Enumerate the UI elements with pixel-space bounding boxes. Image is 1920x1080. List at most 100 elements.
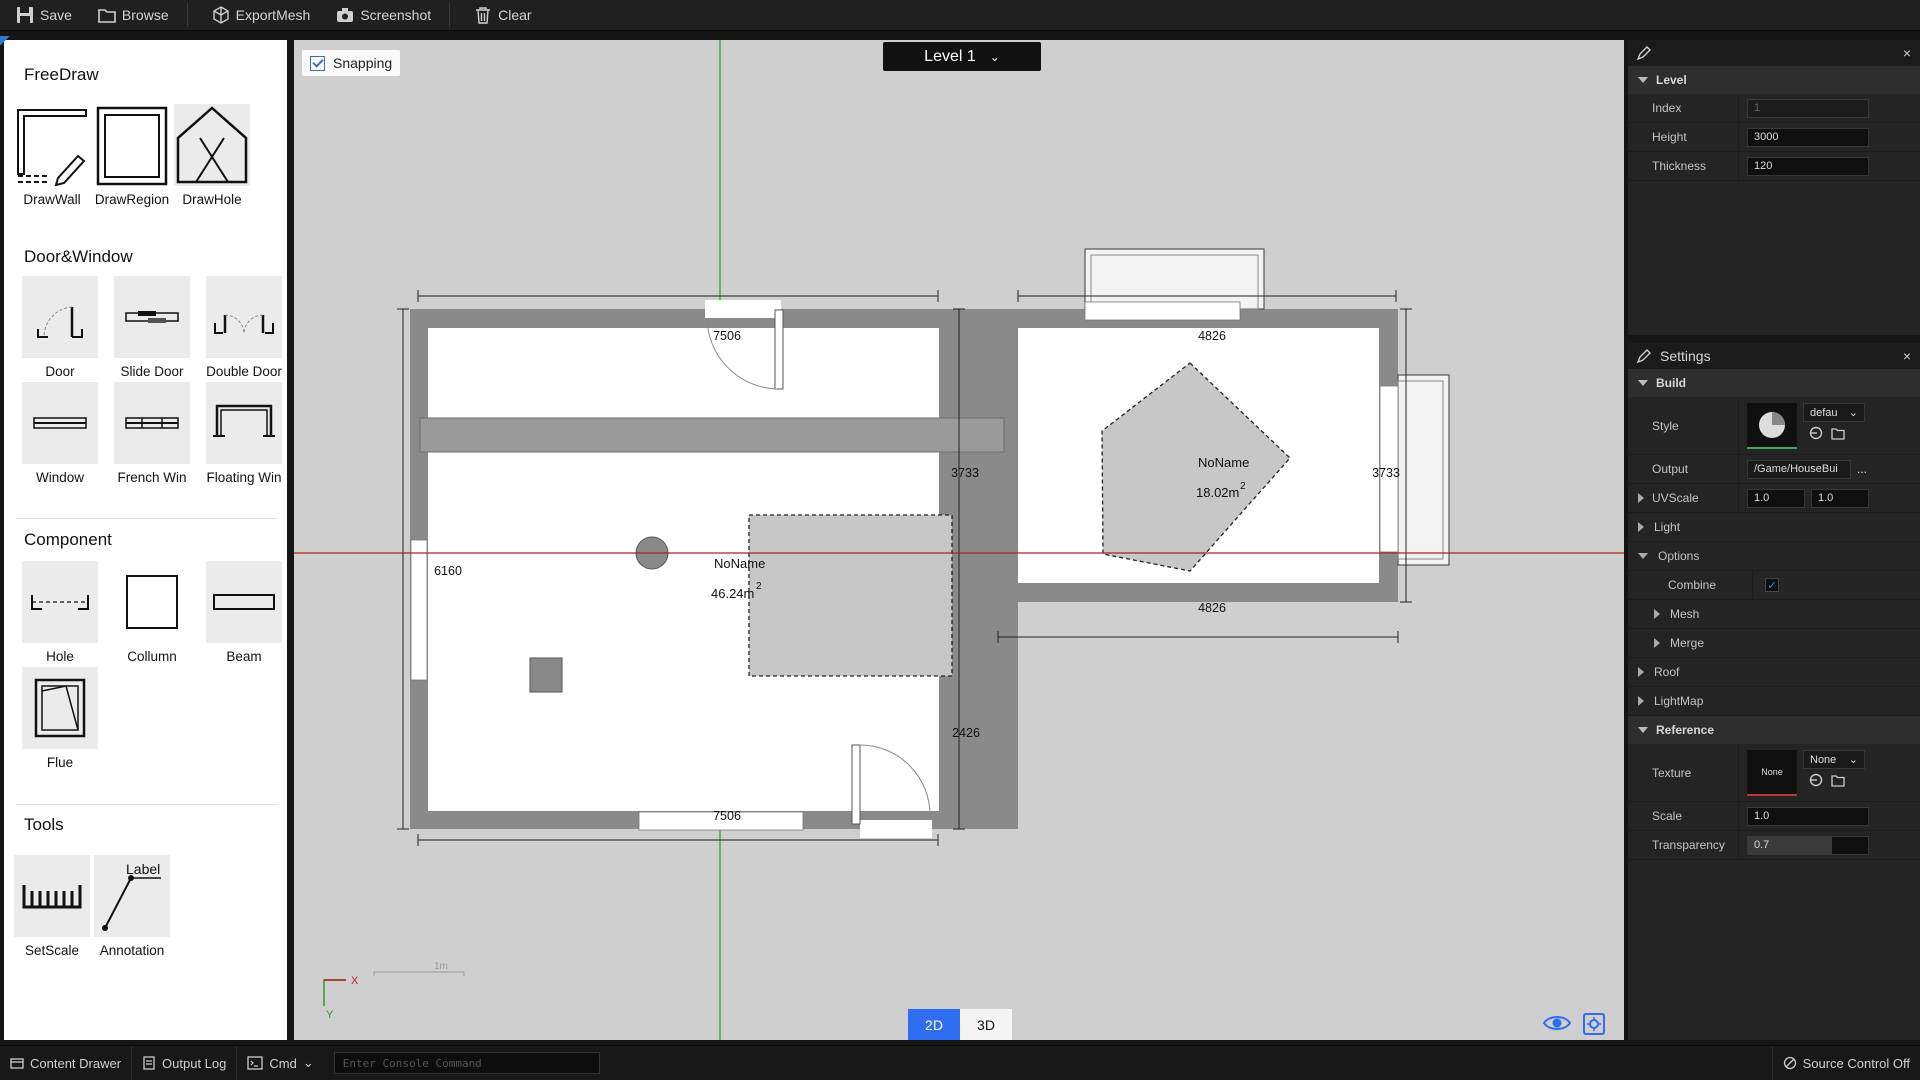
door-tool[interactable]: Door bbox=[22, 276, 98, 379]
transparency-label: Transparency bbox=[1652, 838, 1725, 852]
level-index-label: Index bbox=[1652, 101, 1682, 115]
axis-x-label: X bbox=[351, 975, 359, 987]
level-index-field: 1 bbox=[1747, 98, 1869, 118]
output-log-label: Output Log bbox=[162, 1055, 227, 1071]
level-section-header[interactable]: Level bbox=[1628, 66, 1920, 94]
screenshot-button[interactable]: Screenshot bbox=[320, 0, 441, 31]
level-thickness-field[interactable]: 120 bbox=[1747, 156, 1869, 176]
beam-tool[interactable]: Beam bbox=[206, 561, 282, 664]
reference-section-header[interactable]: Reference bbox=[1628, 716, 1920, 744]
mode-2d-button[interactable]: 2D bbox=[908, 1009, 960, 1040]
mesh-label: Mesh bbox=[1670, 607, 1700, 621]
style-dropdown[interactable]: defau ⌄ bbox=[1803, 403, 1865, 422]
scale-field[interactable]: 1.0 bbox=[1747, 806, 1869, 826]
source-control-off-icon bbox=[1783, 1056, 1796, 1070]
reset-arrow-icon[interactable] bbox=[1809, 426, 1823, 440]
close-icon[interactable]: × bbox=[1894, 45, 1920, 61]
flue-tool[interactable]: Flue bbox=[22, 667, 98, 770]
floorplan-canvas[interactable]: 7506 7506 6160 3733 2426 4826 4826 3733 … bbox=[294, 40, 1624, 1040]
reset-arrow-icon[interactable] bbox=[1809, 773, 1823, 787]
window-left[interactable] bbox=[410, 539, 428, 681]
content-drawer-label: Content Drawer bbox=[30, 1055, 122, 1071]
output-path-field[interactable]: /Game/HouseBui bbox=[1747, 459, 1851, 479]
level-panel-tab[interactable]: × bbox=[1628, 40, 1920, 66]
column-tool[interactable]: Collumn bbox=[114, 561, 190, 664]
mode-3d-button[interactable]: 3D bbox=[960, 1009, 1012, 1040]
focus-frame-icon[interactable] bbox=[1582, 1012, 1606, 1036]
draw-wall-tool[interactable]: DrawWall bbox=[14, 104, 90, 207]
hole-tool[interactable]: Hole bbox=[22, 561, 98, 664]
level-height-field[interactable]: 3000 bbox=[1747, 127, 1869, 147]
options-label: Options bbox=[1658, 549, 1700, 563]
browse-button[interactable]: Browse bbox=[82, 0, 179, 31]
options-section[interactable]: Options bbox=[1628, 542, 1920, 571]
slide-door-tool[interactable]: Slide Door bbox=[114, 276, 190, 379]
close-icon[interactable]: × bbox=[1894, 348, 1920, 364]
browse-folder-icon[interactable] bbox=[1831, 426, 1845, 440]
axis-gizmo: X Y bbox=[323, 975, 359, 1021]
uvscale-v-field[interactable]: 1.0 bbox=[1811, 488, 1869, 508]
floating-window-tool[interactable]: Floating Win bbox=[206, 382, 282, 485]
texture-dropdown[interactable]: None ⌄ bbox=[1803, 750, 1865, 769]
uvscale-u-field[interactable]: 1.0 bbox=[1747, 488, 1805, 508]
clear-button[interactable]: Clear bbox=[458, 0, 541, 31]
roof-section[interactable]: Roof bbox=[1628, 658, 1920, 687]
draw-hole-tool[interactable]: DrawHole bbox=[174, 104, 250, 207]
dim-middle-lower: 2426 bbox=[952, 726, 980, 740]
set-scale-tool[interactable]: SetScale bbox=[14, 855, 90, 958]
draw-wall-label: DrawWall bbox=[23, 192, 81, 207]
output-label: Output bbox=[1652, 462, 1689, 476]
hole-label: Hole bbox=[46, 649, 74, 664]
column-square[interactable] bbox=[529, 657, 563, 693]
floating-window-label: Floating Win bbox=[206, 470, 282, 485]
source-control-button[interactable]: Source Control Off bbox=[1771, 1045, 1920, 1080]
export-mesh-label: ExportMesh bbox=[235, 7, 311, 23]
collapse-arrow-icon bbox=[1638, 380, 1648, 386]
snapping-toggle[interactable]: Snapping bbox=[302, 50, 401, 76]
beam[interactable] bbox=[419, 417, 1005, 453]
floating-window-top[interactable] bbox=[1084, 248, 1265, 321]
door-label: Door bbox=[45, 364, 75, 379]
draw-region-icon bbox=[94, 104, 170, 186]
double-door-tool[interactable]: Double Door bbox=[206, 276, 282, 379]
chevron-down-icon: ⌄ bbox=[302, 1055, 314, 1070]
cmd-dropdown[interactable]: Cmd ⌄ bbox=[237, 1046, 323, 1080]
browse-folder-icon[interactable] bbox=[1831, 773, 1845, 787]
annotation-tool[interactable]: Label Annotation bbox=[94, 855, 170, 958]
snapping-checkbox[interactable] bbox=[310, 55, 325, 71]
console-command-input[interactable]: Enter Console Command bbox=[333, 1052, 600, 1074]
style-thumbnail[interactable] bbox=[1747, 403, 1797, 449]
lightmap-section[interactable]: LightMap bbox=[1628, 687, 1920, 716]
build-section-header[interactable]: Build bbox=[1628, 369, 1920, 397]
middle-wall[interactable] bbox=[958, 309, 998, 829]
floorplan-viewport[interactable]: 7506 7506 6160 3733 2426 4826 4826 3733 … bbox=[294, 40, 1624, 1040]
level-selector[interactable]: Level 1 ⌄ bbox=[883, 42, 1041, 71]
draw-region-tool[interactable]: DrawRegion bbox=[94, 104, 170, 207]
eye-icon[interactable] bbox=[1542, 1012, 1572, 1034]
shared-wall[interactable] bbox=[998, 309, 1018, 829]
mesh-section[interactable]: Mesh bbox=[1628, 600, 1920, 629]
window-tool[interactable]: Window bbox=[22, 382, 98, 485]
save-icon bbox=[17, 7, 33, 23]
content-drawer-button[interactable]: Content Drawer bbox=[0, 1045, 133, 1080]
settings-panel-tab[interactable]: Settings × bbox=[1628, 343, 1920, 369]
light-section[interactable]: Light bbox=[1628, 513, 1920, 542]
terminal-icon bbox=[247, 1056, 264, 1070]
uvscale-row[interactable]: UVScale 1.0 1.0 bbox=[1628, 484, 1920, 513]
texture-thumbnail[interactable]: None bbox=[1747, 750, 1797, 796]
region-right-area: 18.02m bbox=[1196, 485, 1239, 500]
transparency-slider[interactable]: 0.7 bbox=[1747, 835, 1869, 855]
region-left[interactable] bbox=[748, 514, 953, 677]
scale-bar-label: 1m bbox=[434, 961, 448, 972]
scale-label: Scale bbox=[1652, 809, 1683, 823]
flue-label: Flue bbox=[46, 755, 74, 770]
export-mesh-button[interactable]: ExportMesh bbox=[196, 0, 321, 31]
merge-section[interactable]: Merge bbox=[1628, 629, 1920, 658]
save-button[interactable]: Save bbox=[0, 0, 82, 31]
region-right-area-sup: 2 bbox=[1240, 481, 1246, 492]
output-browse-button[interactable]: ... bbox=[1857, 462, 1867, 476]
output-log-button[interactable]: Output Log bbox=[132, 1045, 238, 1080]
combine-checkbox[interactable]: ✓ bbox=[1765, 578, 1779, 592]
ruler-icon bbox=[14, 855, 90, 937]
french-window-tool[interactable]: French Win bbox=[114, 382, 190, 485]
